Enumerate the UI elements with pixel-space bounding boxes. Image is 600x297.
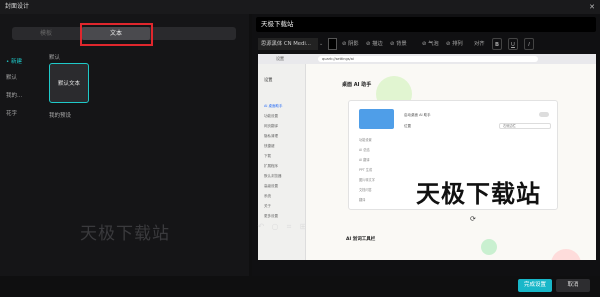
section-my-presets-label: 我的预设 [49, 113, 72, 119]
preview-main: 桌面 AI 助手 启动桌面 AI 助手 位置 右侧边栏 功能设置 AI 总结 A… [306, 64, 596, 260]
preview-sidebar-item: AI 桌面助手 [264, 104, 283, 108]
font-select[interactable]: 思源黑体 CN Medi... [258, 38, 318, 50]
confirm-button[interactable]: 完成设置 [518, 279, 552, 292]
underline-button[interactable]: U [508, 38, 518, 50]
cover-text-input[interactable]: 天极下载站 [256, 17, 596, 32]
decoration-blob [551, 249, 581, 260]
watermark-text: 天极下载站 [80, 224, 170, 244]
italic-button[interactable]: I [524, 38, 534, 50]
category-default[interactable]: 默认 [6, 73, 17, 81]
preview-sidebar-item: 更多设置 [264, 214, 278, 218]
preview-sidebar-item: 默认浏览器 [264, 174, 282, 178]
category-flower-text[interactable]: 花字 [6, 109, 17, 117]
position-label: 位置 [404, 124, 411, 128]
position-dropdown: 右侧边栏 [499, 123, 551, 129]
loading-spinner-icon: ⟳ [470, 215, 476, 223]
option-label: 启动桌面 AI 助手 [404, 113, 431, 117]
preview-row: AI 翻译 [359, 158, 370, 162]
browser-chrome: 设置 quark://settings/ai [258, 54, 596, 64]
preview-sidebar-item: 功能设置 [264, 114, 278, 118]
decoration-blob [481, 239, 497, 255]
stroke-button[interactable]: ⊘ 描边 [366, 38, 383, 50]
window-titlebar: 封面设计 ✕ [0, 0, 600, 14]
left-panel: 模板 文本 • 新建 默认 我的... 花字 默认 默认文本 我的预设 天极下载… [0, 14, 249, 276]
color-swatch[interactable] [328, 38, 337, 50]
preview-controls: ↶ ○ ⌗ ⊞ [256, 222, 336, 234]
preview-row: 功能设置 [359, 138, 372, 142]
preview-sidebar-item: 设置 [264, 77, 273, 82]
template-default-text[interactable]: 默认文本 [49, 63, 89, 103]
preview-sidebar-item: 高级设置 [264, 184, 278, 188]
preview-sidebar-item: 隐私清理 [264, 134, 278, 138]
preview-page-title: 桌面 AI 助手 [342, 82, 372, 88]
section-default-label: 默认 [49, 55, 61, 61]
cover-text-overlay[interactable]: 天极下载站 [416, 174, 541, 209]
cancel-button[interactable]: 取消 [556, 279, 590, 292]
preview-sidebar-item: 关于 [264, 204, 271, 208]
window-title: 封面设计 [5, 3, 30, 10]
category-new[interactable]: • 新建 [6, 57, 22, 65]
bold-button[interactable]: B [492, 38, 502, 50]
preview-row: AI 总结 [359, 148, 370, 152]
arrange-button[interactable]: ⊘ 排列 [446, 38, 463, 50]
editor-panel: 天极下载站 思源黑体 CN Medi... ⌄ ⊘ 阴影 ⊘ 描边 ⊘ 背景 ⊘… [252, 14, 600, 276]
preview-row: PPT 生成 [359, 168, 373, 172]
windows-logo-icon [359, 109, 394, 129]
preview-sidebar-item: 扩展程序 [264, 164, 278, 168]
url-bar: quark://settings/ai [318, 56, 538, 62]
font-dropdown-icon[interactable]: ⌄ [319, 38, 323, 50]
preview-section-title: AI 划词工具栏 [346, 237, 376, 242]
tab-template[interactable]: 模板 [12, 27, 80, 40]
footer-bar: 完成设置 取消 [0, 276, 600, 297]
preview-sidebar-item: 网页翻译 [264, 124, 278, 128]
preview-tab-title: 设置 [276, 56, 284, 61]
close-icon[interactable]: ✕ [589, 0, 595, 14]
align-button[interactable]: 对齐 [474, 38, 485, 50]
preview-sidebar-item: 系统 [264, 194, 271, 198]
circle-icon[interactable]: ○ [270, 222, 280, 232]
highlight-box [80, 23, 153, 46]
undo-icon[interactable]: ↶ [256, 222, 266, 232]
bubble-button[interactable]: ⊘ 气泡 [422, 38, 439, 50]
preview-sidebar-item: 下载 [264, 154, 271, 158]
category-mine[interactable]: 我的... [6, 91, 22, 99]
preview-sidebar-item: 快捷键 [264, 144, 275, 148]
crop-icon[interactable]: ⌗ [284, 222, 294, 232]
shadow-button[interactable]: ⊘ 阴影 [342, 38, 359, 50]
background-button[interactable]: ⊘ 背景 [390, 38, 407, 50]
image-icon[interactable]: ⊞ [298, 222, 308, 232]
toggle-switch [539, 112, 549, 117]
text-toolbar: 思源黑体 CN Medi... ⌄ ⊘ 阴影 ⊘ 描边 ⊘ 背景 ⊘ 气泡 ⊘ … [256, 38, 596, 50]
